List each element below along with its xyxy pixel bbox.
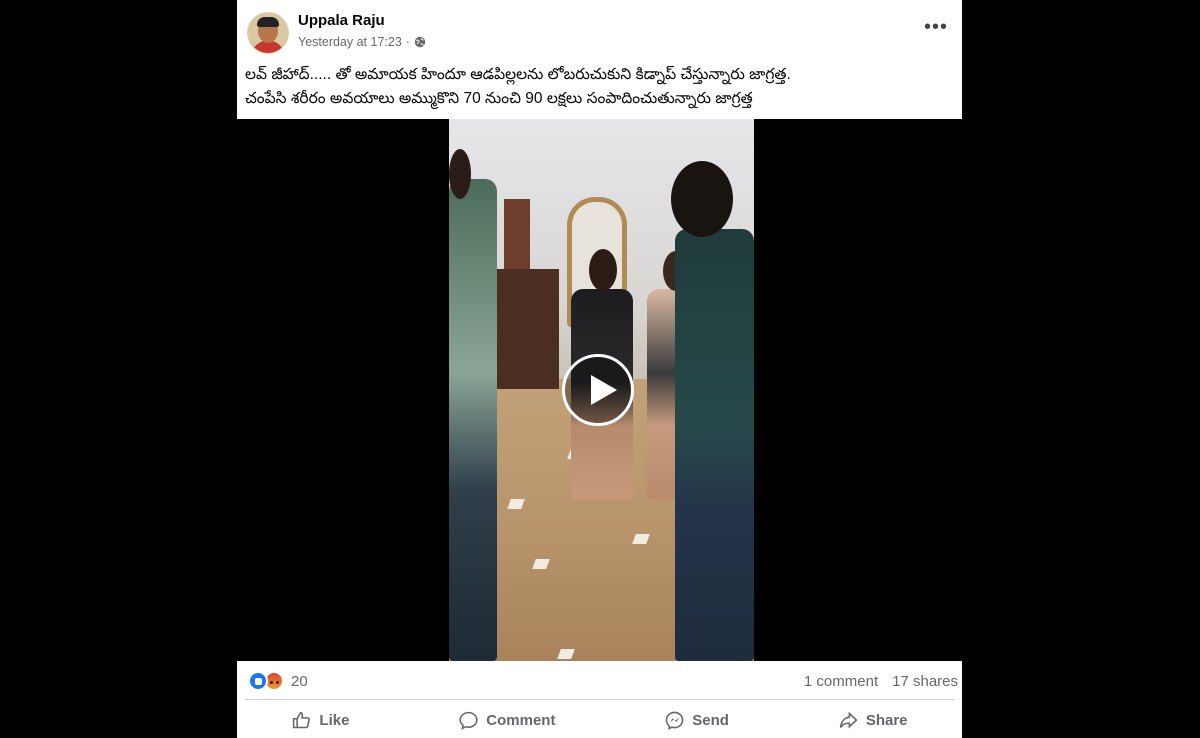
like-label: Like [319,711,350,729]
play-button[interactable] [562,354,634,426]
video-person-foreground [675,229,754,661]
avatar[interactable] [247,12,289,54]
post-actions: Like Comment Send Share [237,702,962,738]
send-label: Send [692,711,729,729]
comment-label: Comment [486,711,556,729]
comment-count[interactable]: 1 comment [804,673,878,690]
send-button[interactable]: Send [646,706,747,735]
post-text: లవ్ జీహాద్..... తో అమాయక హిందూ ఆడపిల్లలన… [245,66,791,107]
globe-icon [414,36,426,48]
meta-separator: · [405,35,410,49]
post-video[interactable] [237,119,962,661]
more-options-icon[interactable]: ••• [924,17,948,40]
messenger-icon [665,711,684,730]
reaction-count[interactable]: 20 [291,673,308,690]
share-label: Share [865,711,908,729]
comment-icon [459,711,478,730]
share-button[interactable]: Share [820,706,926,735]
share-icon [839,711,858,728]
video-person-foreground-head [671,161,733,237]
avatar-hair [257,17,279,27]
post-stats: 1 comment 17 shares [804,673,958,690]
action-divider [245,699,954,700]
author-name[interactable]: Uppala Raju [298,12,385,29]
like-button[interactable]: Like [273,706,367,735]
post-meta: Yesterday at 17:23 · [298,35,426,49]
thumbs-up-icon [293,711,311,728]
post-header: Uppala Raju Yesterday at 17:23 · ••• [237,0,962,58]
share-count[interactable]: 17 shares [892,673,958,690]
comment-button[interactable]: Comment [440,706,573,735]
video-person-center-head [589,249,617,291]
like-reaction-icon [248,671,268,691]
reactions-bar: 20 1 comment 17 shares [237,661,962,699]
post-timestamp[interactable]: Yesterday at 17:23 [298,35,402,49]
reaction-icons[interactable] [248,671,288,691]
video-person-left-head [449,149,471,199]
video-person-left [449,179,497,661]
facebook-post: Uppala Raju Yesterday at 17:23 · ••• లవ్… [237,0,962,738]
play-icon [591,375,617,405]
